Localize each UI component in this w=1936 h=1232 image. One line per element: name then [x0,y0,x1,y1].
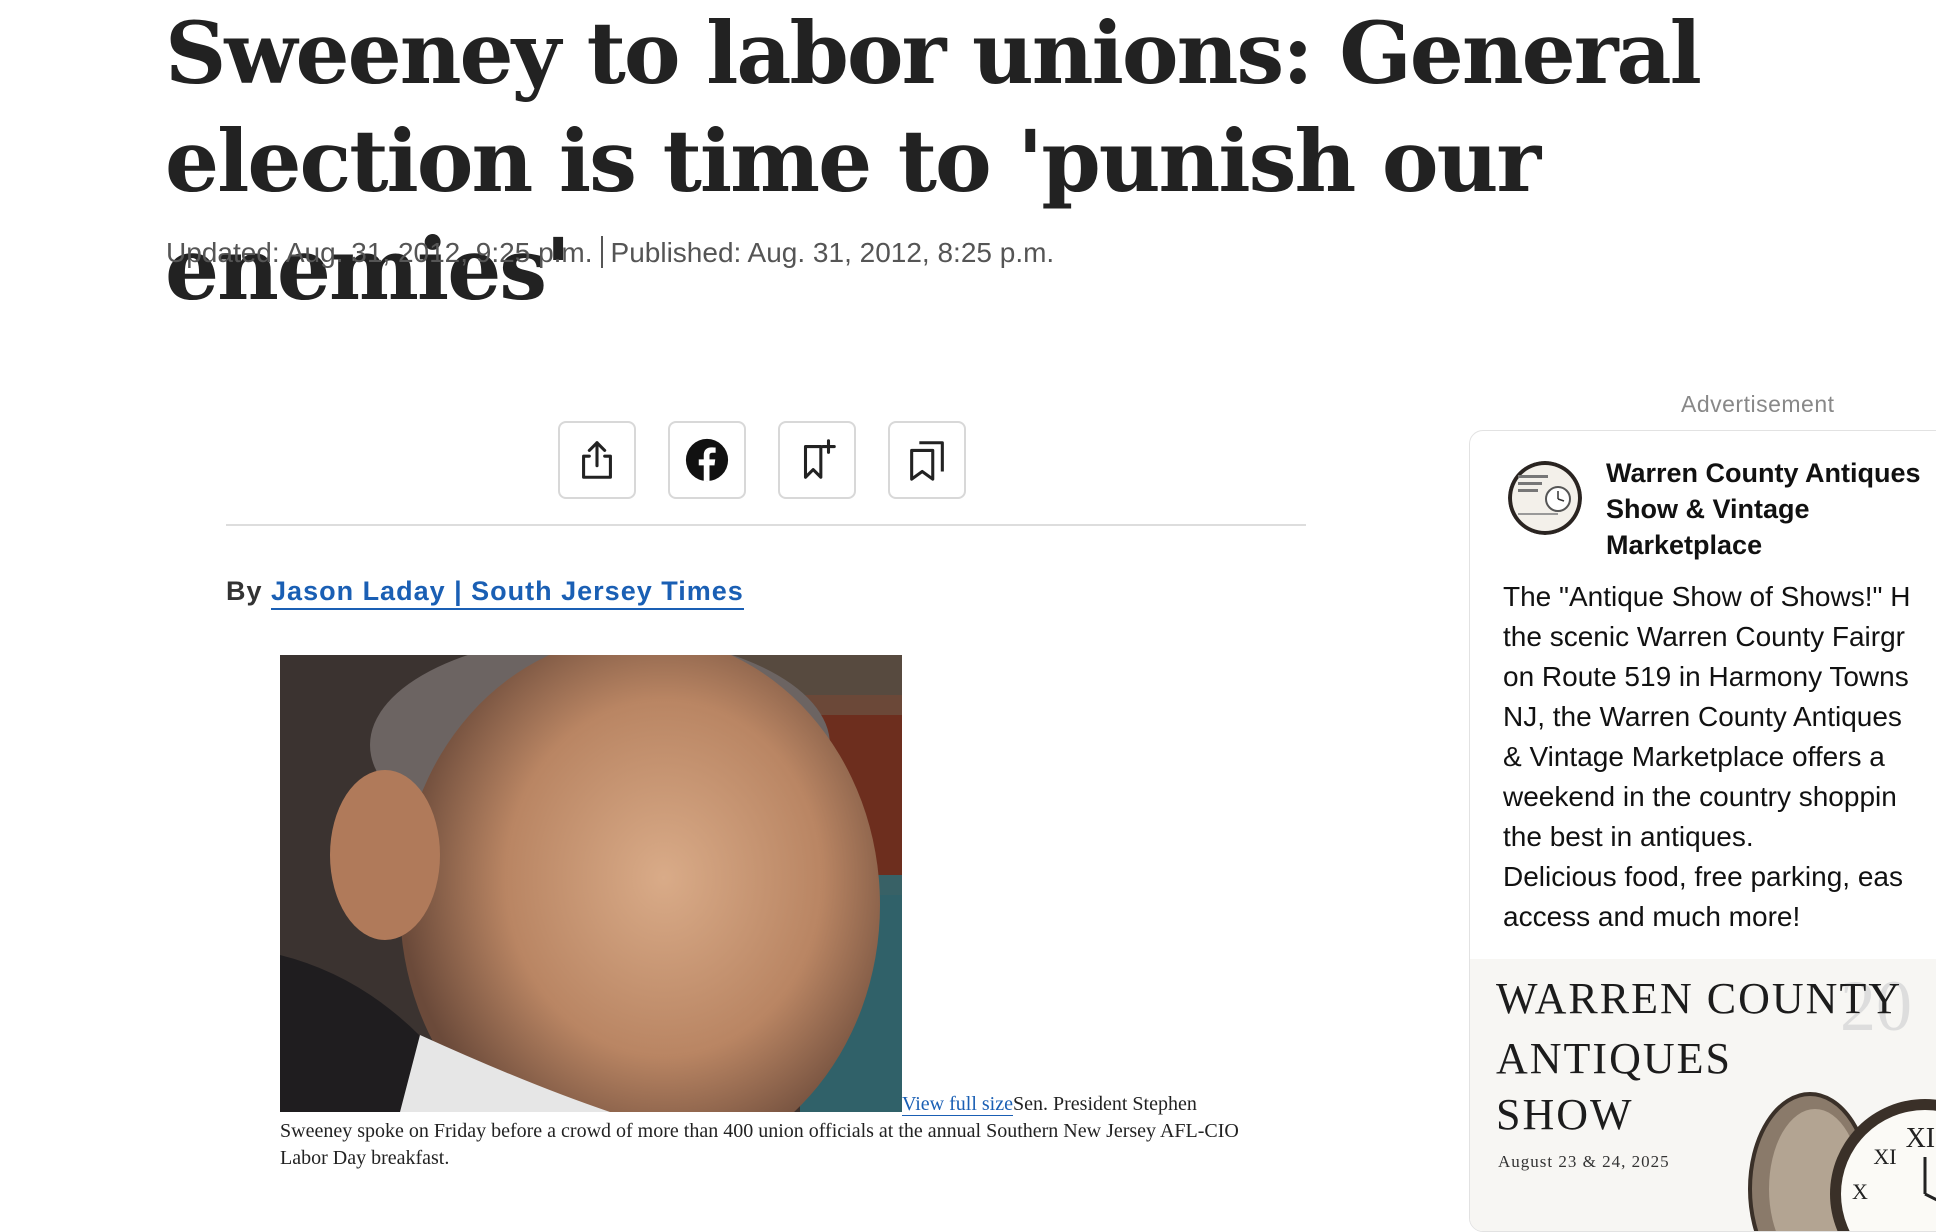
ad-line: weekend in the country shoppin [1503,781,1897,812]
ad-line: the scenic Warren County Fairgr [1503,621,1905,652]
svg-text:XI: XI [1873,1144,1896,1169]
saved-articles-button[interactable] [888,421,966,499]
advertiser-avatar[interactable] [1508,461,1582,535]
date-separator [600,236,603,268]
byline-prefix: By [226,576,263,606]
facebook-share-button[interactable] [668,421,746,499]
ad-line: The "Antique Show of Shows!" H [1503,581,1911,612]
share-button[interactable] [558,421,636,499]
ad-image-line: WARREN COUNTY [1496,974,1903,1023]
ad-description: The "Antique Show of Shows!" H the sceni… [1503,577,1936,937]
bookmark-add-icon [803,439,836,479]
saved-bookmarks-icon [910,441,944,481]
ad-line: the best in antiques. [1503,821,1754,852]
advertiser-name[interactable]: Warren County Antiques Show & Vintage Ma… [1606,455,1936,563]
pocket-watch-icon: XII XI I X [1748,1092,1936,1231]
share-divider [226,524,1306,526]
ad-image-line: ANTIQUES [1496,1034,1732,1083]
save-article-button[interactable] [778,421,856,499]
published-date: Published: Aug. 31, 2012, 8:25 p.m. [610,237,1055,268]
ad-line: & Vintage Marketplace offers a [1503,741,1885,772]
ad-image[interactable]: 20 WARREN COUNTY ANTIQUES SHOW August 23… [1470,959,1936,1231]
photo-caption: View full sizeSen. President Stephen Swe… [280,1091,1240,1172]
ad-line: Delicious food, free parking, eas [1503,861,1903,892]
article-dates: Updated: Aug. 31, 2012, 9:25 p.m. Publish… [166,236,1054,269]
author-link[interactable]: Jason Laday | South Jersey Times [271,576,744,610]
view-full-size-link[interactable]: View full size [902,1093,1013,1116]
ad-image-line: SHOW [1496,1090,1634,1139]
share-icon [582,441,612,479]
updated-date: Updated: Aug. 31, 2012, 9:25 p.m. [166,237,593,268]
share-toolbar [558,421,966,499]
svg-text:XII: XII [1906,1123,1936,1154]
ad-line: access and much more! [1503,901,1801,932]
ad-image-date: August 23 & 24, 2025 [1498,1152,1670,1171]
article-photo [280,655,902,1112]
caption-text: Sen. President Stephen Sweeney spoke on … [280,1093,1239,1169]
advertisement-card[interactable]: Warren County Antiques Show & Vintage Ma… [1469,430,1936,1232]
pocket-watch-logo [1508,461,1582,535]
photo-illustration [280,655,902,1112]
byline: By Jason Laday | South Jersey Times [226,576,744,610]
advertisement-label: Advertisement [1681,391,1835,417]
svg-text:X: X [1852,1179,1868,1204]
ad-line: on Route 519 in Harmony Towns [1503,661,1909,692]
article-headline: Sweeney to labor unions: General electio… [165,4,1702,320]
facebook-icon [685,438,729,482]
ad-line: NJ, the Warren County Antiques [1503,701,1902,732]
